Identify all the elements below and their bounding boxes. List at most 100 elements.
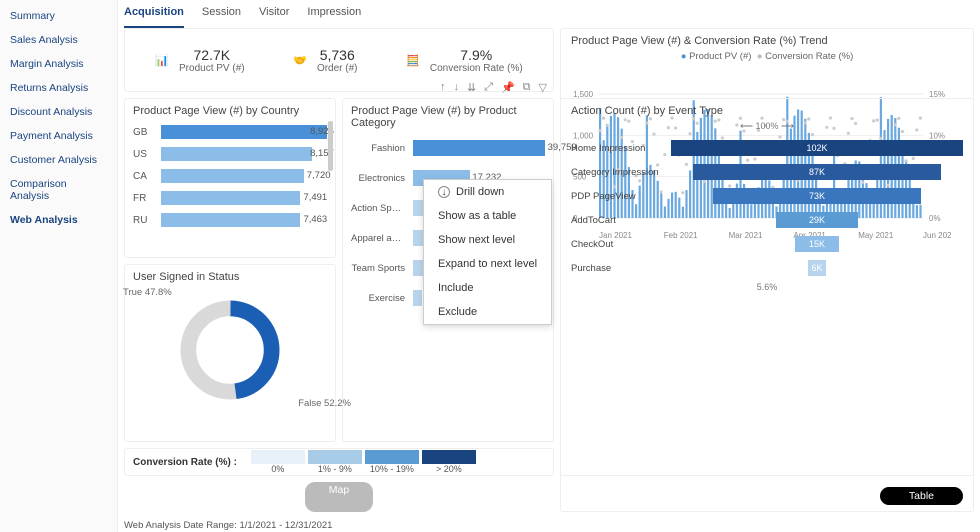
tab-acquisition[interactable]: Acquisition xyxy=(124,6,184,28)
category-row[interactable]: Fashion 39,759 xyxy=(351,133,545,163)
funnel-label: PDP PageView xyxy=(571,191,671,202)
country-row[interactable]: FR 7,491 xyxy=(133,187,327,209)
context-menu-item[interactable]: Include xyxy=(424,276,551,300)
sidebar-item-sales-analysis[interactable]: Sales Analysis xyxy=(0,28,117,52)
country-row[interactable]: RU 7,463 xyxy=(133,209,327,231)
legend-swatch xyxy=(251,450,305,464)
country-label: US xyxy=(133,149,157,160)
sidebar-item-discount-analysis[interactable]: Discount Analysis xyxy=(0,100,117,124)
country-value: 7,463 xyxy=(300,213,327,227)
legend-bucket-label: 1% - 9% xyxy=(308,464,362,474)
funnel-bar: 6K xyxy=(808,260,826,276)
funnel-label: AddToCart xyxy=(571,215,671,226)
sidebar-item-comparison-analysis[interactable]: Comparison Analysis xyxy=(0,172,117,208)
country-value: 7,491 xyxy=(300,191,327,205)
visual-toolbar: ↑ ↓ ⇊ ⤢ 📌 ⧉ ▽ xyxy=(440,81,547,94)
context-menu-item[interactable]: Show as a table xyxy=(424,204,551,228)
funnel-bar: 87K xyxy=(693,164,941,180)
funnel-bar: 15K xyxy=(795,236,839,252)
tabs: Acquisition Session Visitor Impression xyxy=(124,0,974,28)
funnel-bar: 73K xyxy=(713,188,920,204)
sidebar-item-payment-analysis[interactable]: Payment Analysis xyxy=(0,124,117,148)
funnel-row[interactable]: PDP PageView 73K xyxy=(571,186,963,206)
bar-chart-icon: 📊 xyxy=(155,54,169,67)
drill-up-icon[interactable]: ↑ xyxy=(440,81,446,94)
funnel-row[interactable]: Category Impression 87K xyxy=(571,162,963,182)
sidebar-item-customer-analysis[interactable]: Customer Analysis xyxy=(0,148,117,172)
country-label: FR xyxy=(133,193,157,204)
context-menu-item[interactable]: Exclude xyxy=(424,300,551,324)
donut-false-label: False 52.2% xyxy=(298,398,351,409)
drill-all-icon[interactable]: ⇊ xyxy=(467,81,476,94)
main: Acquisition Session Visitor Impression 📊 72… xyxy=(118,0,980,532)
kpi-value: 72.7K xyxy=(179,47,245,63)
tab-visitor[interactable]: Visitor xyxy=(259,6,289,28)
funnel-row[interactable]: AddToCart 29K xyxy=(571,210,963,230)
kpi-product-pv: 📊 72.7K Product PV (#) xyxy=(155,47,244,74)
filter-icon[interactable]: ▽ xyxy=(539,81,547,94)
context-menu-item[interactable]: Expand to next level xyxy=(424,252,551,276)
copy-icon[interactable]: ⧉ xyxy=(523,81,531,94)
legend-bucket-label: 10% - 19% xyxy=(365,464,419,474)
card-title: Product Page View (#) by Product Categor… xyxy=(351,105,545,129)
funnel-bottom-pct: 5.6% xyxy=(571,282,963,292)
kpi-order: 🤝 5,736 Order (#) xyxy=(293,47,357,74)
category-label: Exercise xyxy=(351,293,409,304)
sidebar-item-returns-analysis[interactable]: Returns Analysis xyxy=(0,76,117,100)
card-title: User Signed in Status xyxy=(133,271,327,283)
kpi-value: 5,736 xyxy=(317,47,358,63)
sidebar-item-summary[interactable]: Summary xyxy=(0,4,117,28)
category-label: Team Sports xyxy=(351,263,409,274)
donut-chart[interactable] xyxy=(175,295,285,405)
drill-down-icon[interactable]: ↓ xyxy=(453,81,459,94)
sidebar: SummarySales AnalysisMargin AnalysisRetu… xyxy=(0,0,118,532)
context-menu-item[interactable]: ↓Drill down xyxy=(424,180,551,204)
tab-impression[interactable]: Impression xyxy=(307,6,361,28)
funnel-row[interactable]: Home Impression 102K xyxy=(571,138,963,158)
funnel-bar: 102K xyxy=(671,140,963,156)
trend-legend: ● Product PV (#) ● Conversion Rate (%) xyxy=(571,51,963,62)
funnel-label: CheckOut xyxy=(571,239,671,250)
category-label: Fashion xyxy=(351,143,409,154)
funnel-row[interactable]: CheckOut 15K xyxy=(571,234,963,254)
category-label: Apparel and F... xyxy=(351,233,409,244)
legend-s2: Conversion Rate (%) xyxy=(765,51,853,62)
donut-true-label: True 47.8% xyxy=(123,287,172,298)
card-title: Product Page View (#) & Conversion Rate … xyxy=(571,35,963,47)
signed-in-card[interactable]: User Signed in Status True 47.8% False 5… xyxy=(124,264,336,442)
drill-down-icon: ↓ xyxy=(438,186,450,198)
kpi-label: Product PV (#) xyxy=(179,63,245,74)
table-button[interactable]: Table xyxy=(880,487,963,505)
legend-s1: Product PV (#) xyxy=(689,51,751,62)
pin-icon[interactable]: 📌 xyxy=(501,81,515,94)
sidebar-item-web-analysis[interactable]: Web Analysis xyxy=(0,208,117,232)
funnel-label: Home Impression xyxy=(571,143,671,154)
context-menu-item[interactable]: Show next level xyxy=(424,228,551,252)
funnel-row[interactable]: Purchase 6K xyxy=(571,258,963,278)
legend-bucket-label: > 20% xyxy=(422,464,476,474)
country-label: CA xyxy=(133,171,157,182)
tab-session[interactable]: Session xyxy=(202,6,241,28)
sidebar-item-margin-analysis[interactable]: Margin Analysis xyxy=(0,52,117,76)
kpi-conversion: 🧮 7.9% Conversion Rate (%) xyxy=(406,47,523,74)
country-label: GB xyxy=(133,127,157,138)
card-title: Action Count (#) by Event Type xyxy=(571,105,963,117)
funnel-card[interactable]: Action Count (#) by Event Type ⟵ 100% ⟶ … xyxy=(560,98,974,512)
funnel-bar: 29K xyxy=(776,212,858,228)
category-chart-card[interactable]: ↑ ↓ ⇊ ⤢ 📌 ⧉ ▽ Product Page View (#) by P… xyxy=(342,98,554,442)
expand-icon[interactable]: ⤢ xyxy=(484,81,493,94)
country-chart-card[interactable]: Product Page View (#) by Country GB 8,92… xyxy=(124,98,336,258)
funnel-top-pct: ⟵ 100% ⟶ xyxy=(571,121,963,132)
legend-swatch xyxy=(365,450,419,464)
handshake-icon: 🤝 xyxy=(293,54,307,67)
country-value: 7,720 xyxy=(304,169,331,183)
legend-bucket-label: 0% xyxy=(251,464,305,474)
map-button[interactable]: Map xyxy=(305,482,373,512)
funnel-label: Category Impression xyxy=(571,167,671,178)
kpi-value: 7.9% xyxy=(430,47,523,63)
country-row[interactable]: GB 8,926 xyxy=(133,121,327,143)
scrollbar[interactable] xyxy=(328,121,333,171)
country-row[interactable]: CA 7,720 xyxy=(133,165,327,187)
country-row[interactable]: US 8,157 xyxy=(133,143,327,165)
kpi-label: Conversion Rate (%) xyxy=(430,63,523,74)
